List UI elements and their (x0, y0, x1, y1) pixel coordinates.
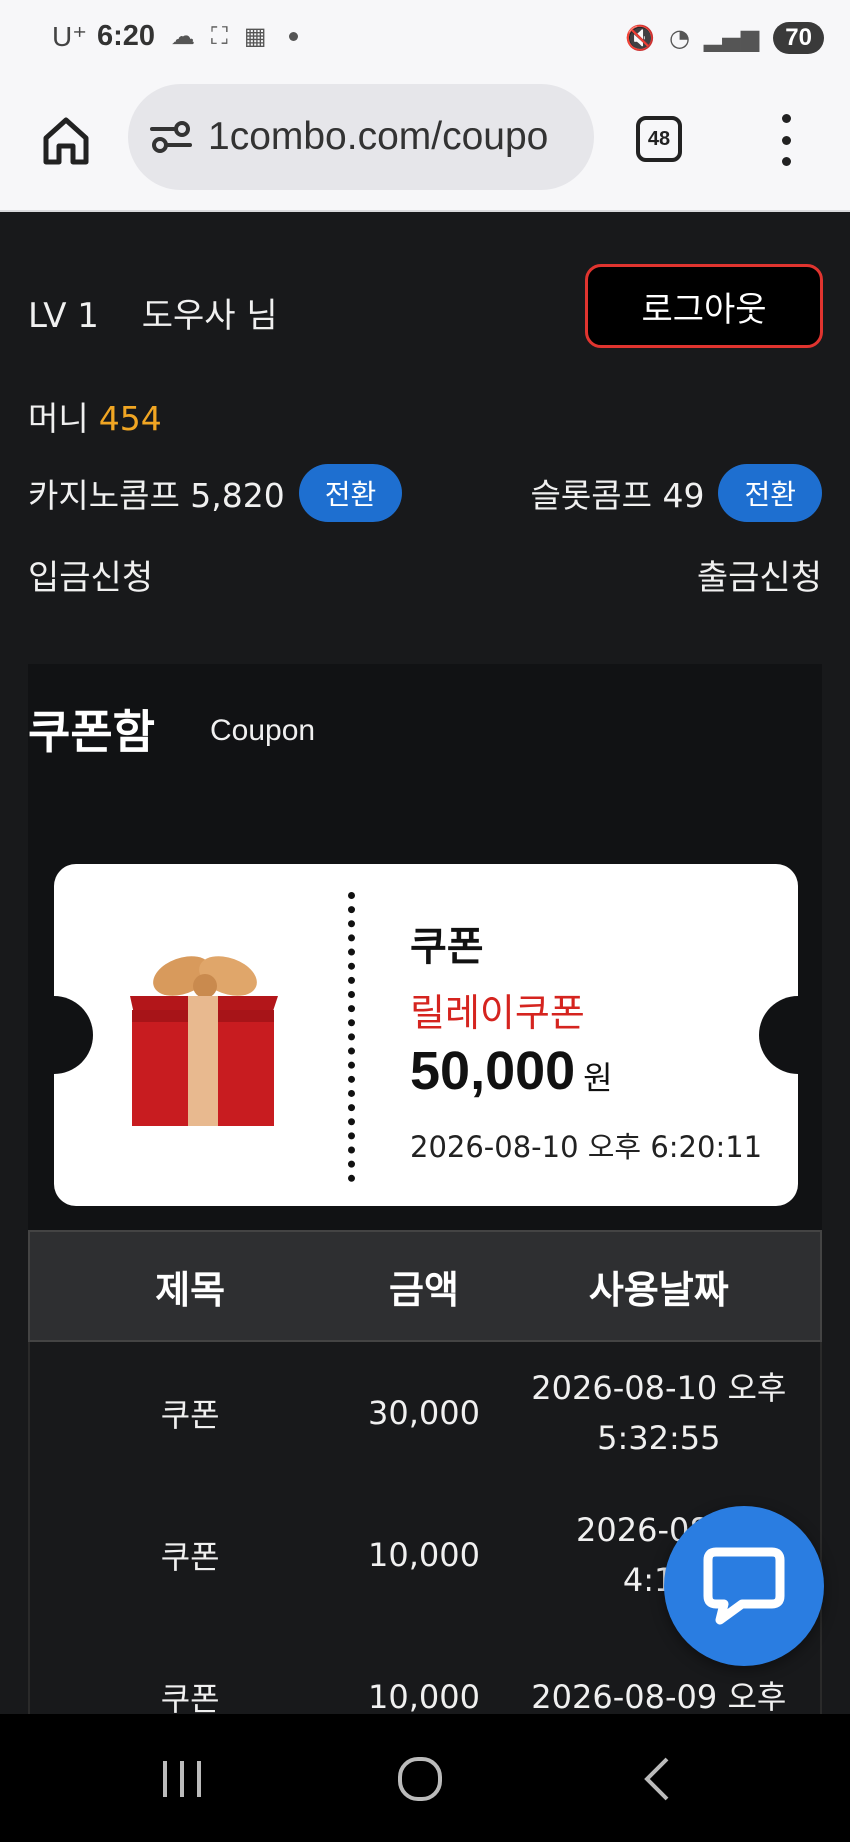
carrier-label: U⁺ (52, 21, 87, 52)
header-date: 사용날짜 (588, 1267, 729, 1312)
status-bar: U⁺ 6:20 ☁ ⛶ ▦ 🔇 ◔ ▂▄▆ 70 (0, 0, 850, 82)
recents-button[interactable] (147, 1744, 217, 1814)
row-amount: 10,000 (368, 1678, 480, 1716)
slot-comp: 슬롯콤프 49 전환 (531, 464, 822, 522)
ticket-notch-left (54, 996, 93, 1074)
table-header: 제목 금액 사용날짜 (28, 1230, 822, 1342)
system-nav-bar (0, 1714, 850, 1842)
battery-indicator: 70 (773, 22, 824, 54)
ticket-date: 2026-08-10 오후 6:20:11 (410, 1130, 763, 1164)
casino-comp-label: 카지노콤프 5,820 (28, 476, 285, 515)
home-icon (43, 117, 89, 165)
coupon-subtitle: Coupon (210, 714, 316, 747)
screenshot-icon: ⛶ (211, 22, 228, 50)
home-nav-button[interactable] (385, 1744, 455, 1814)
user-name: 도우사 님 (141, 296, 278, 336)
slot-comp-label: 슬롯콤프 49 (530, 476, 705, 515)
coupon-ticket[interactable]: 쿠폰 릴레이쿠폰 50,000 원 2026-08-10 오후 6:20:11 (54, 864, 798, 1206)
tab-switcher-button[interactable]: 48 (636, 116, 682, 162)
recents-icon (163, 1761, 201, 1797)
casino-comp: 카지노콤프 5,820 전환 (28, 464, 403, 522)
calendar-icon: ▦ (243, 23, 267, 50)
back-chevron-icon (644, 1757, 669, 1801)
clock: 6:20 (97, 20, 156, 52)
home-button[interactable] (38, 112, 94, 168)
mute-icon: 🔇 (625, 24, 655, 52)
ticket-divider (348, 892, 355, 1182)
address-bar[interactable]: 1combo.com/coupo (128, 84, 594, 190)
weather-icon: ☁ (171, 23, 196, 50)
table-row: 쿠폰 30,000 2026-08-10 오후 5:32:55 (28, 1342, 822, 1484)
ticket-notch-right (759, 996, 798, 1074)
row-title: 쿠폰 (160, 1396, 220, 1434)
gift-box-icon (130, 956, 278, 1126)
chat-bubble-icon (703, 1547, 785, 1625)
header-amount: 금액 (389, 1267, 459, 1312)
signal-icon: ▂▄▆ (703, 24, 760, 52)
wifi-icon: ◔ (668, 24, 690, 52)
ticket-name: 쿠폰 (410, 924, 484, 970)
row-date-line2: 5:32:55 (597, 1419, 721, 1457)
logout-button[interactable]: 로그아웃 (585, 264, 823, 348)
home-circle-icon (398, 1757, 442, 1801)
row-date: 2026-08-10 오후 5:32:55 (498, 1363, 820, 1463)
user-info: LV 1 도우사 님 (28, 288, 278, 337)
slot-convert-button[interactable]: 전환 (718, 464, 822, 522)
url-text: 1combo.com/coupo (208, 115, 549, 158)
money-value: 454 (98, 399, 162, 438)
site-settings-icon[interactable] (148, 114, 194, 160)
chat-button[interactable] (664, 1506, 824, 1666)
deposit-link[interactable]: 입금신청 (28, 550, 153, 599)
status-right: 🔇 ◔ ▂▄▆ 70 (625, 22, 824, 54)
coupon-history-table: 제목 금액 사용날짜 쿠폰 30,000 2026-08-10 오후 5:32:… (28, 1230, 822, 1768)
browser-toolbar: 1combo.com/coupo 48 (0, 82, 850, 212)
row-title: 쿠폰 (160, 1538, 220, 1576)
ticket-amount-unit: 원 (583, 1059, 613, 1097)
ticket-amount: 50,000 원 (410, 1040, 613, 1102)
casino-convert-button[interactable]: 전환 (298, 464, 403, 522)
ticket-amount-value: 50,000 (410, 1041, 576, 1101)
notification-dot-icon (288, 32, 298, 41)
coupon-title: 쿠폰함 (28, 705, 155, 759)
row-date-line1: 2026-08-10 오후 (531, 1369, 787, 1407)
status-left: U⁺ 6:20 ☁ ⛶ ▦ (52, 20, 298, 53)
row-amount: 30,000 (368, 1394, 480, 1432)
ticket-type: 릴레이쿠폰 (410, 991, 585, 1035)
money-label: 머니 (28, 399, 89, 438)
row-amount: 10,000 (368, 1536, 480, 1574)
withdraw-link[interactable]: 출금신청 (697, 550, 822, 599)
page-content: LV 1 도우사 님 로그아웃 머니 454 카지노콤프 5,820 전환 슬롯콤… (0, 214, 850, 1768)
money-balance: 머니 454 (28, 392, 162, 440)
more-menu-icon[interactable] (778, 114, 794, 166)
header-title: 제목 (155, 1267, 226, 1312)
user-level: LV 1 (28, 296, 99, 336)
back-button[interactable] (622, 1744, 692, 1814)
